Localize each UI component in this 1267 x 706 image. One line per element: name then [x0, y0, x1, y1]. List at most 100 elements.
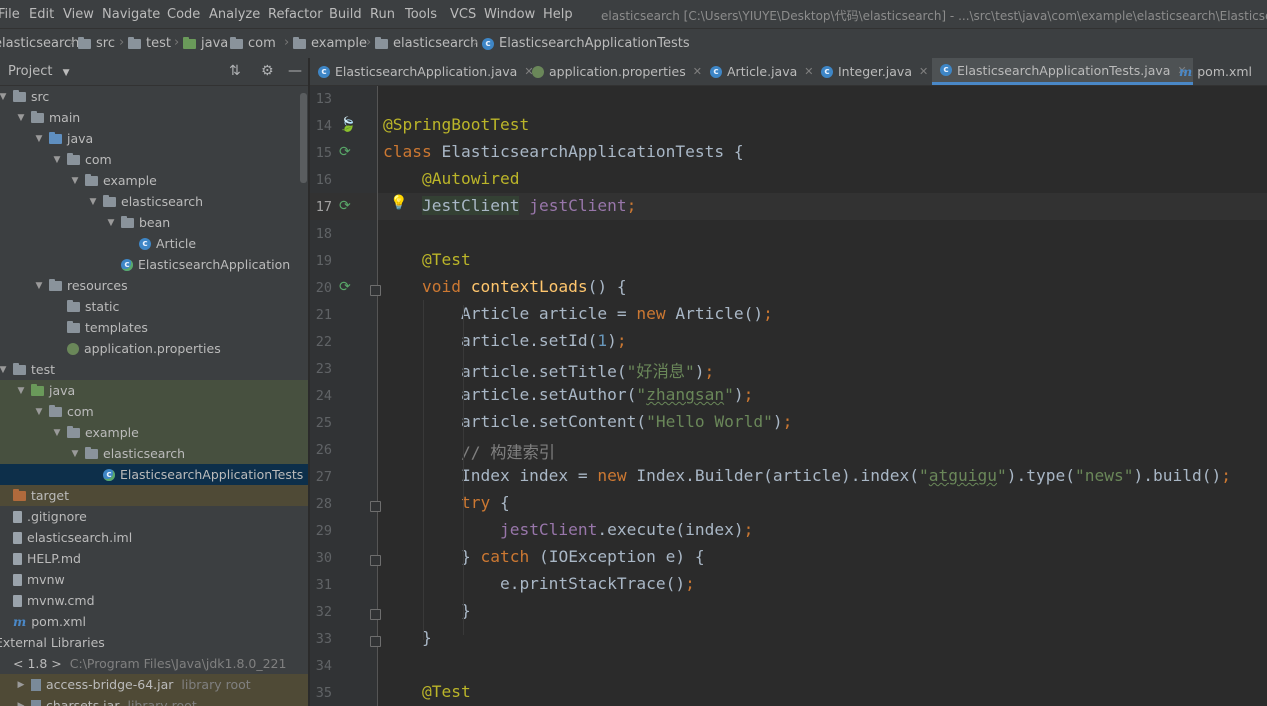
expand-arrow-icon[interactable]: ▼ [0, 365, 8, 375]
code-line[interactable]: // 构建索引 [383, 439, 555, 463]
tree-item[interactable]: ▼ example [0, 170, 308, 191]
menu-code[interactable]: Code [167, 7, 200, 22]
code-line[interactable]: e.printStackTrace(); [383, 574, 695, 593]
code-line[interactable]: jestClient.execute(index); [383, 520, 753, 539]
tree-item[interactable]: ▶ access-bridge-64.jar library root [0, 674, 308, 695]
code-line[interactable]: Index index = new Index.Builder(article)… [383, 466, 1231, 485]
fold-marker-icon[interactable] [370, 636, 381, 647]
tree-item[interactable]: ▼ main [0, 107, 308, 128]
code-line[interactable]: JestClient jestClient; [383, 196, 636, 215]
code-line[interactable]: try { [383, 493, 510, 512]
breadcrumb-item[interactable]: c ElasticsearchApplicationTests [482, 36, 690, 51]
fold-marker-icon[interactable] [370, 501, 381, 512]
tree-item[interactable]: m pom.xml [0, 611, 308, 632]
fold-marker-icon[interactable] [370, 285, 381, 296]
tree-item[interactable]: ▼ elasticsearch [0, 191, 308, 212]
tree-item[interactable]: < 1.8 > C:\Program Files\Java\jdk1.8.0_22… [0, 653, 308, 674]
tree-item[interactable]: ▼ bean [0, 212, 308, 233]
autowired-bean-icon[interactable]: ⟳ [339, 198, 351, 214]
menu-tools[interactable]: Tools [405, 7, 437, 22]
expand-arrow-icon[interactable]: ▶ [16, 701, 26, 706]
tree-item[interactable]: ▼ java [0, 128, 308, 149]
run-test-icon[interactable]: ⟳ [339, 279, 351, 295]
lightbulb-icon[interactable]: 💡 [390, 195, 407, 211]
code-line[interactable]: Article article = new Article(); [383, 304, 773, 323]
tree-item[interactable]: application.properties [0, 338, 308, 359]
minimize-icon[interactable]: — [288, 63, 302, 79]
editor-tab[interactable]: c ElasticsearchApplication.java ✕ [318, 58, 534, 85]
code-line[interactable]: @Test [383, 682, 471, 701]
tree-item[interactable]: ▼ src [0, 86, 308, 107]
menu-navigate[interactable]: Navigate [102, 7, 160, 22]
code-line[interactable]: } [383, 628, 432, 647]
menu-vcs[interactable]: VCS [450, 7, 476, 22]
breadcrumb-item[interactable]: example [293, 36, 367, 51]
menu-help[interactable]: Help [543, 7, 573, 22]
tree-item[interactable]: ▼ example [0, 422, 308, 443]
spring-bean-icon[interactable]: 🍃 [339, 117, 356, 133]
menu-edit[interactable]: Edit [29, 7, 54, 22]
close-icon[interactable]: ✕ [804, 65, 813, 78]
tree-item[interactable]: HELP.md [0, 548, 308, 569]
code-line[interactable]: article.setId(1); [383, 331, 627, 350]
tree-item[interactable]: templates [0, 317, 308, 338]
expand-arrow-icon[interactable]: ▼ [34, 134, 44, 144]
menu-window[interactable]: Window [484, 7, 535, 22]
tree-item[interactable]: ▼ resources [0, 275, 308, 296]
menu-analyze[interactable]: Analyze [209, 7, 260, 22]
expand-arrow-icon[interactable]: ▶ [16, 680, 26, 690]
close-icon[interactable]: ✕ [919, 65, 928, 78]
breadcrumb-item[interactable]: elasticsearch [0, 36, 79, 51]
editor-tab[interactable]: c ElasticsearchApplicationTests.java ✕ [932, 58, 1193, 85]
breadcrumb-item[interactable]: src [78, 36, 115, 51]
breadcrumb-item[interactable]: elasticsearch [375, 36, 478, 51]
tree-item[interactable]: ▼ com [0, 401, 308, 422]
editor-tab[interactable]: m pom.xml [1179, 58, 1252, 85]
code-line[interactable]: article.setTitle("好消息"); [383, 358, 714, 382]
tree-item[interactable]: static [0, 296, 308, 317]
code-line[interactable]: } catch (IOException e) { [383, 547, 705, 566]
menu-run[interactable]: Run [370, 7, 395, 22]
tree-item[interactable]: ▼ java [0, 380, 308, 401]
tree-item[interactable]: ▼ test [0, 359, 308, 380]
expand-arrow-icon[interactable]: ▼ [106, 218, 116, 228]
tree-item[interactable]: elasticsearch.iml [0, 527, 308, 548]
fold-marker-icon[interactable] [370, 609, 381, 620]
expand-arrow-icon[interactable]: ▼ [34, 407, 44, 417]
tree-item[interactable]: c ElasticsearchApplication [0, 254, 308, 275]
tree-item[interactable]: mvnw [0, 569, 308, 590]
tree-item[interactable]: c ElasticsearchApplicationTests [0, 464, 308, 485]
tree-item[interactable]: ▼ com [0, 149, 308, 170]
breadcrumb-item[interactable]: test [128, 36, 171, 51]
code-line[interactable]: } [383, 601, 471, 620]
menu-file[interactable]: File [0, 7, 20, 22]
tree-item[interactable]: target [0, 485, 308, 506]
code-line[interactable]: @SpringBootTest [383, 115, 529, 134]
run-test-icon[interactable]: ⟳ [339, 144, 351, 160]
expand-arrow-icon[interactable]: ▼ [34, 281, 44, 291]
tree-item[interactable]: ▶ charsets.jar library root [0, 695, 308, 706]
editor-tab[interactable]: application.properties ✕ [532, 58, 702, 85]
expand-arrow-icon[interactable]: ▼ [16, 113, 26, 123]
expand-arrow-icon[interactable]: ▼ [0, 92, 8, 102]
code-line[interactable]: class ElasticsearchApplicationTests { [383, 142, 744, 161]
code-line[interactable]: @Test [383, 250, 471, 269]
project-tree-scrollbar[interactable] [300, 93, 307, 183]
expand-arrow-icon[interactable]: ▼ [52, 428, 62, 438]
code-line[interactable]: void contextLoads() { [383, 277, 627, 296]
breadcrumb-item[interactable]: com [230, 36, 276, 51]
expand-arrow-icon[interactable]: ▼ [70, 176, 80, 186]
menu-refactor[interactable]: Refactor [268, 7, 323, 22]
expand-arrow-icon[interactable]: ▼ [88, 197, 98, 207]
tree-item[interactable]: ▼ elasticsearch [0, 443, 308, 464]
menu-build[interactable]: Build [329, 7, 362, 22]
tree-item[interactable]: mvnw.cmd [0, 590, 308, 611]
fold-marker-icon[interactable] [370, 555, 381, 566]
tree-item[interactable]: .gitignore [0, 506, 308, 527]
gear-icon[interactable]: ⚙ [261, 63, 274, 79]
code-line[interactable]: @Autowired [383, 169, 519, 188]
project-view-selector[interactable]: Project ▼ [8, 64, 70, 79]
expand-arrow-icon[interactable]: ▼ [70, 449, 80, 459]
close-icon[interactable]: ✕ [693, 65, 702, 78]
editor-tab[interactable]: c Integer.java ✕ [821, 58, 928, 85]
